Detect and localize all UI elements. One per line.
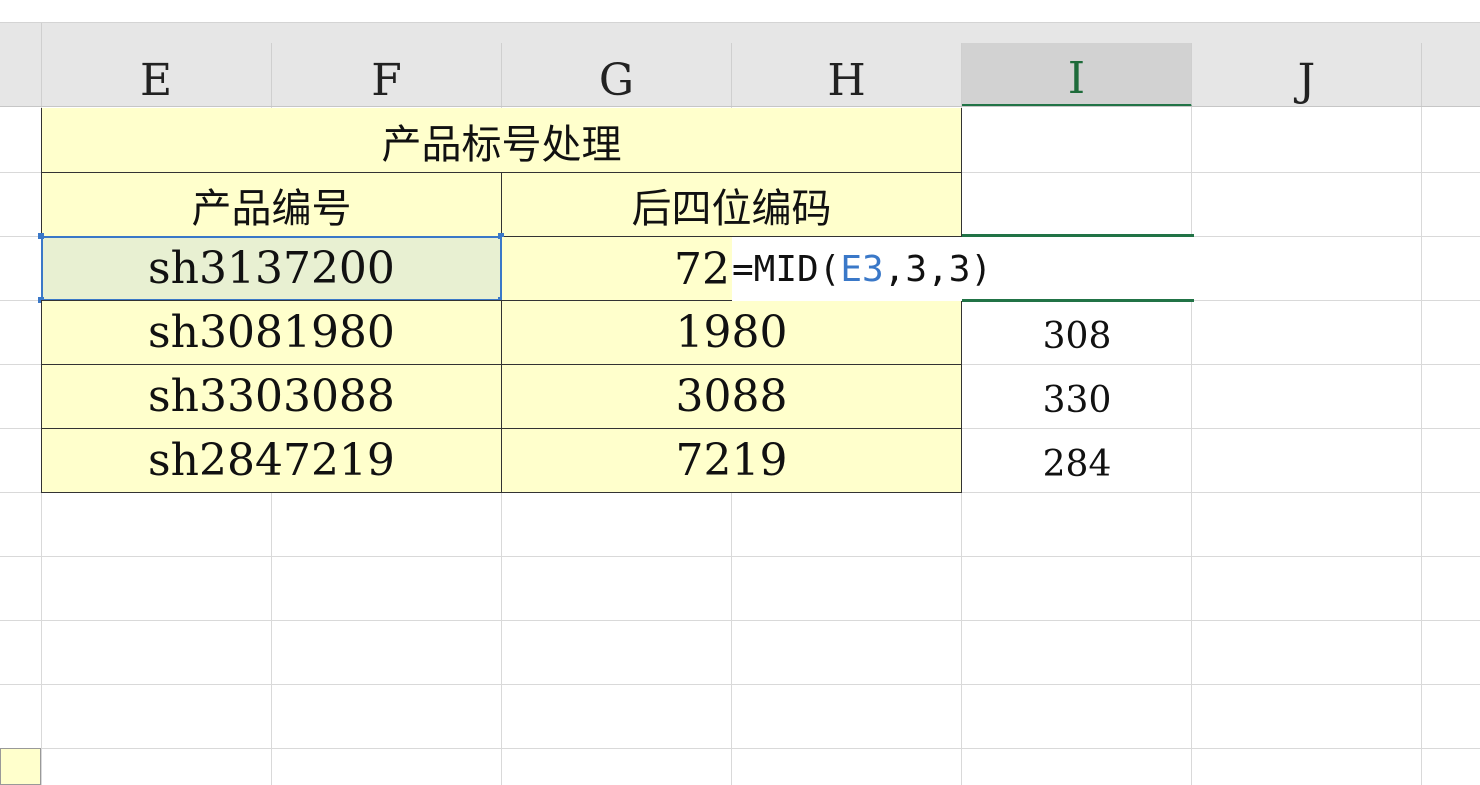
formula-cell-reference: E3 <box>840 248 884 290</box>
column-header-f[interactable]: F <box>272 43 502 107</box>
column-header-e[interactable]: E <box>41 43 272 107</box>
formula-suffix: ,3,3) <box>883 248 993 290</box>
gridline <box>0 556 1480 557</box>
table-title-cell[interactable]: 产品标号处理 <box>41 108 962 173</box>
editing-cell-border <box>962 299 1194 302</box>
column-header-j[interactable]: J <box>1192 43 1422 107</box>
ribbon-edge <box>0 0 1480 23</box>
header-product-code[interactable]: 产品编号 <box>41 172 502 237</box>
cell-last-four[interactable]: 1980 <box>501 300 962 365</box>
column-header-bar: E F G H I J <box>0 23 1480 107</box>
formula-editor[interactable]: =MID(E3,3,3) <box>732 237 1192 301</box>
column-header-g[interactable]: G <box>502 43 732 107</box>
cell-g3[interactable]: 72 <box>502 237 732 301</box>
cell-i4[interactable]: 308 <box>962 301 1192 365</box>
editing-cell-border <box>962 234 1194 237</box>
cell-product-code[interactable]: sh3303088 <box>41 364 502 429</box>
cell-product-code[interactable]: sh2847219 <box>41 428 502 493</box>
header-last-four[interactable]: 后四位编码 <box>501 172 962 237</box>
gridline <box>0 748 1480 749</box>
gridline <box>0 684 1480 685</box>
row-header-stub[interactable] <box>0 748 41 785</box>
cell-i5[interactable]: 330 <box>962 365 1192 429</box>
cell-last-four[interactable]: 3088 <box>501 364 962 429</box>
select-all-corner[interactable] <box>0 23 42 107</box>
cell-product-code[interactable]: sh3081980 <box>41 300 502 365</box>
cell-i6[interactable]: 284 <box>962 429 1192 493</box>
selection-handle[interactable] <box>38 233 44 239</box>
column-header-h[interactable]: H <box>732 43 962 107</box>
column-header-i[interactable]: I <box>962 43 1192 107</box>
cell-last-four[interactable]: 7219 <box>501 428 962 493</box>
gridline <box>0 620 1480 621</box>
formula-prefix: =MID( <box>732 248 841 290</box>
cell-e3-active[interactable]: sh3137200 <box>41 236 502 301</box>
